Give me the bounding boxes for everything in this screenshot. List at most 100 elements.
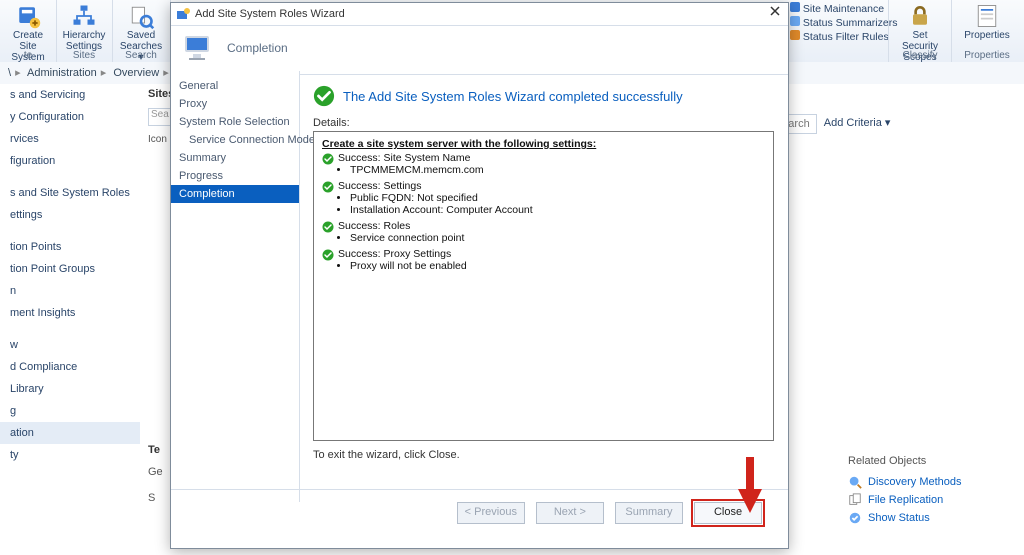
status-icon [848,511,862,525]
details-group: Success: Site System NameTPCMMEMCM.memcm… [322,152,765,176]
ribbon-status-filter-rules[interactable]: Status Filter Rules [790,30,897,44]
related-link-file-replication[interactable]: File Replication [848,491,1016,509]
chevron-right-icon: ▸ [15,67,21,79]
chevron-right-icon: ▸ [163,67,169,79]
ribbon-properties[interactable]: Properties [958,0,1016,41]
nav-item[interactable]: figuration [0,150,140,172]
summ-icon [790,16,800,26]
related-objects-title: Related Objects [848,455,1016,467]
related-link-show-status[interactable]: Show Status [848,509,1016,527]
wizard-dialog: Add Site System Roles Wizard Completion … [170,2,789,549]
ribbon-label: Hierarchy Settings [63,30,106,52]
nav-item[interactable]: ty [0,444,140,466]
ribbon-label: Properties [964,30,1010,41]
details-label: Details: [313,117,774,129]
wizard-step[interactable]: Summary [171,149,299,167]
add-criteria-dropdown[interactable]: Add Criteria ▾ [820,114,895,132]
wizard-step[interactable]: Progress [171,167,299,185]
globe-search-icon [848,475,862,489]
ribbon-hierarchy-settings[interactable]: Hierarchy Settings [57,0,112,52]
nav-item[interactable]: w [0,334,140,356]
nav-item[interactable]: tion Points [0,236,140,258]
nav-item[interactable]: ettings [0,204,140,226]
ribbon-status-summarizers[interactable]: Status Summarizers [790,16,897,30]
left-nav: s and Servicingy Configurationrvicesfigu… [0,84,141,555]
nav-item[interactable]: y Configuration [0,106,140,128]
nav-item[interactable]: ment Insights [0,302,140,324]
dialog-step-title: Completion [227,41,288,55]
success-check-icon [313,85,335,107]
details-group-item: Installation Account: Computer Account [350,204,765,216]
details-group: Success: Proxy SettingsProxy will not be… [322,248,765,272]
ribbon-site-maintenance[interactable]: Site Maintenance [790,2,897,16]
details-group-head: Success: Roles [322,220,765,232]
wizard-steps: GeneralProxySystem Role SelectionService… [171,71,300,502]
dialog-header: Completion [171,26,788,75]
details-group: Success: RolesService connection point [322,220,765,244]
details-lead: Create a site system server with the fol… [322,138,765,150]
nav-item[interactable]: rvices [0,128,140,150]
chevron-right-icon: ▸ [101,67,107,79]
properties-icon [973,2,1001,30]
details-group-item: Service connection point [350,232,765,244]
file-replication-icon [848,493,862,507]
nav-item[interactable]: g [0,400,140,422]
hierarchy-icon [70,2,98,30]
nav-item[interactable]: Library [0,378,140,400]
nav-item[interactable]: s and Site System Roles [0,182,140,204]
details-group-item: Proxy will not be enabled [350,260,765,272]
wizard-step: Completion [171,185,299,203]
success-check-icon [322,153,334,165]
details-group-head: Success: Settings [322,180,765,192]
ribbon-group-caption: Properties [950,50,1024,61]
right-pane: × 🔍 Search Add Criteria ▾ Related Object… [844,84,1024,555]
details-group-item: Public FQDN: Not specified [350,192,765,204]
list-col-icon: Icon [148,134,167,145]
related-objects: Related Objects Discovery Methods File R… [848,455,1016,527]
wizard-summary-button: Summary [615,502,683,524]
details-sub: Ge [148,466,163,478]
wizard-footer: < Previous Next > Summary Close [171,489,788,548]
wizard-icon [175,6,191,22]
dialog-titlebar: Add Site System Roles Wizard [171,3,788,26]
server-add-icon [14,2,42,30]
details-group-item: TPCMMEMCM.memcm.com [350,164,765,176]
wizard-close-button[interactable]: Close [694,502,762,524]
lock-icon [906,2,934,30]
close-icon [769,5,781,17]
nav-item[interactable]: s and Servicing [0,84,140,106]
ribbon-group-caption: Classify [889,50,951,61]
details-title: Te [148,444,160,456]
dialog-close-button[interactable] [766,5,784,21]
ribbon-group-caption: Search [112,50,170,61]
nav-item[interactable]: tion Point Groups [0,258,140,280]
wizard-success-message: The Add Site System Roles Wizard complet… [343,89,683,104]
monitor-icon [181,30,217,66]
wizard-step[interactable]: General [171,77,299,95]
wizard-content: The Add Site System Roles Wizard complet… [299,71,788,502]
nav-item[interactable]: ation [0,422,140,444]
success-check-icon [322,249,334,261]
wizard-exit-instruction: To exit the wizard, click Close. [313,449,774,461]
success-check-icon [322,221,334,233]
details-box[interactable]: Create a site system server with the fol… [313,131,774,441]
success-check-icon [322,181,334,193]
details-group-head: Success: Site System Name [322,152,765,164]
wizard-next-button: Next > [536,502,604,524]
filter-icon [790,30,800,40]
related-link-discovery[interactable]: Discovery Methods [848,473,1016,491]
ribbon-group-caption: te [0,50,56,61]
maint-icon [790,2,800,12]
wizard-step[interactable]: Service Connection Mode [171,131,299,149]
wizard-previous-button: < Previous [457,502,525,524]
details-sub2: S [148,492,155,504]
wizard-step[interactable]: Proxy [171,95,299,113]
dialog-title: Add Site System Roles Wizard [195,8,345,20]
saved-search-icon [127,2,155,30]
nav-item[interactable]: n [0,280,140,302]
ribbon-group-caption: Sites [56,50,112,61]
nav-item[interactable]: d Compliance [0,356,140,378]
wizard-step[interactable]: System Role Selection [171,113,299,131]
details-group: Success: SettingsPublic FQDN: Not specif… [322,180,765,216]
details-group-head: Success: Proxy Settings [322,248,765,260]
